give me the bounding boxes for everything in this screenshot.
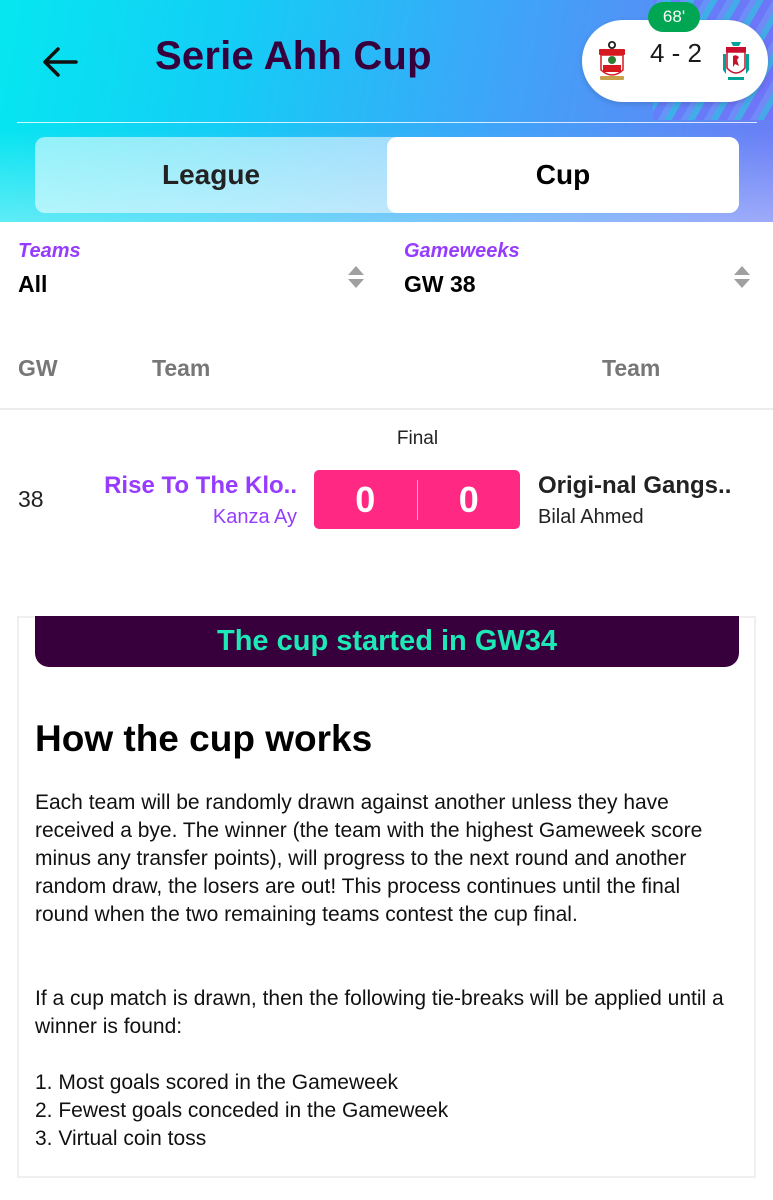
- column-header-team-away: Team: [602, 355, 661, 381]
- away-team-name[interactable]: Origi-nal Gangs..: [538, 472, 731, 500]
- column-header-team-home: Team: [152, 355, 211, 381]
- tab-cup[interactable]: Cup: [387, 137, 739, 213]
- teams-filter-value: All: [18, 271, 48, 297]
- league-cup-tabs: League Cup: [35, 137, 739, 213]
- match-gameweek: 38: [18, 486, 44, 512]
- info-title: How the cup works: [35, 718, 373, 759]
- column-header-gw: GW: [18, 355, 58, 381]
- gameweeks-filter-value: GW 38: [404, 271, 476, 297]
- gameweeks-filter[interactable]: Gameweeks GW 38: [404, 240, 754, 298]
- info-paragraph: Each team will be randomly drawn against…: [35, 791, 703, 926]
- gameweeks-filter-label: Gameweeks: [404, 240, 520, 262]
- home-manager-name: Kanza Ay: [212, 506, 297, 528]
- page-title: Serie Ahh Cup: [155, 34, 432, 78]
- match-status: Final: [396, 428, 439, 449]
- sort-arrows-icon[interactable]: [732, 264, 752, 290]
- liverpool-crest-icon: [723, 42, 749, 80]
- table-header-divider: [0, 408, 773, 410]
- southampton-crest-icon: [599, 41, 625, 80]
- header-divider: [17, 122, 757, 123]
- tie-break-rules: 1. Most goals scored in the Gameweek 2. …: [35, 1069, 448, 1153]
- live-minute-badge: 68': [648, 2, 700, 32]
- back-button[interactable]: [38, 40, 82, 84]
- tie-break-rule: 2. Fewest goals conceded in the Gameweek: [35, 1099, 449, 1122]
- teams-filter-label: Teams: [18, 240, 81, 262]
- tie-break-rule: 3. Virtual coin toss: [35, 1127, 207, 1150]
- tab-league[interactable]: League: [35, 137, 387, 213]
- teams-filter[interactable]: Teams All: [18, 240, 368, 298]
- sort-arrows-icon[interactable]: [346, 264, 366, 290]
- cup-start-banner: The cup started in GW34: [35, 616, 739, 667]
- away-score: 0: [458, 478, 479, 520]
- away-manager-name: Bilal Ahmed: [538, 506, 644, 528]
- home-score: 0: [355, 478, 376, 520]
- live-score: 4 - 2: [649, 38, 703, 68]
- home-team-name[interactable]: Rise To The Klo..: [104, 472, 297, 500]
- arrow-left-icon: [43, 47, 78, 77]
- match-scorebox: 0 0: [314, 470, 520, 529]
- tie-break-rule: 1. Most goals scored in the Gameweek: [35, 1071, 399, 1094]
- info-paragraph: If a cup match is drawn, then the follow…: [35, 987, 724, 1038]
